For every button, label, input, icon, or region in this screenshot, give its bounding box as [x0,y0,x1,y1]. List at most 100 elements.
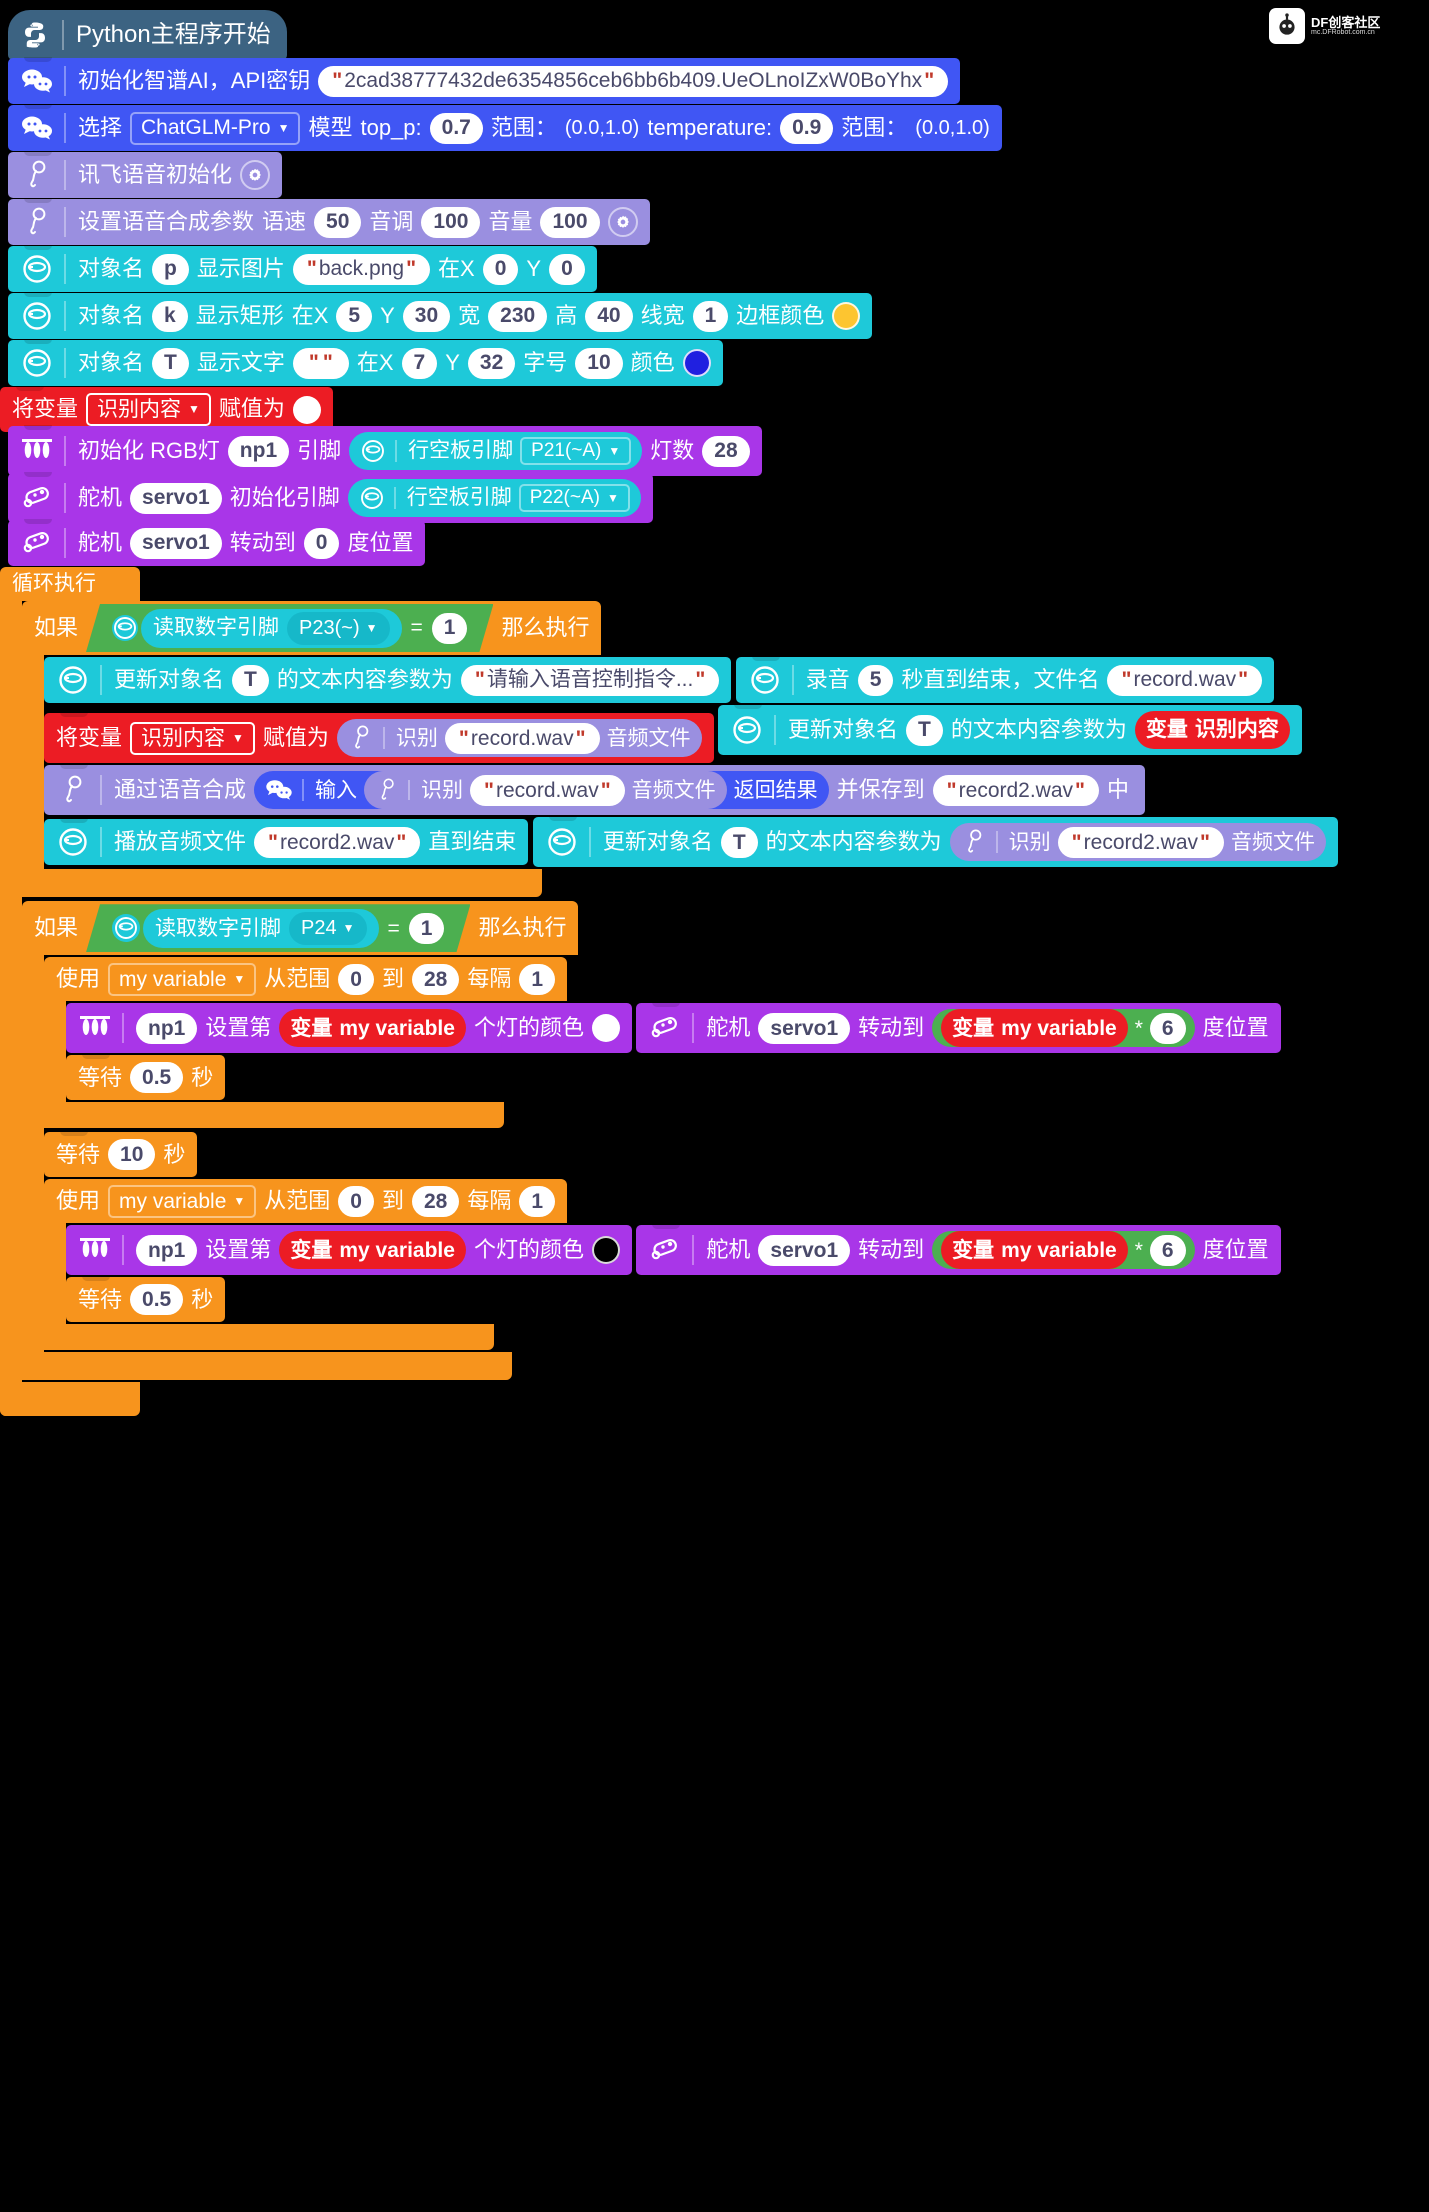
loop-var-dropdown[interactable]: my variable ▼ [108,1184,257,1218]
wait-mid-block[interactable]: 等待 10 秒 [44,1131,198,1178]
play-audio-block[interactable]: 播放音频文件 " record2.wav " 直到结束 [44,818,529,866]
from-field[interactable]: 0 [338,1185,374,1217]
multiply-operator-block[interactable]: 变量 my variable * 6 [932,1009,1195,1048]
width-field[interactable]: 230 [488,300,548,332]
volume-field[interactable]: 100 [540,206,600,238]
zhipu-init-block[interactable]: 初始化智谱AI，API密钥 " 2cad38777432de6354856ceb6… [8,57,961,104]
np-set-pixel-b-block[interactable]: np1 设置第 变量 my variable 个灯的颜色 [66,1225,632,1276]
text-color-swatch[interactable] [682,349,711,377]
forever-loop-block[interactable]: 循环执行 如果 读取数字引脚 P23(~) ▼ = 1 那么执行 更新对象名 T… [0,567,1429,1417]
y-field[interactable]: 32 [467,347,516,379]
hat-block[interactable]: Python主程序开始 [8,10,287,60]
update-text-var-block[interactable]: 更新对象名 T 的文本内容参数为 变量 识别内容 [718,704,1302,755]
border-color-swatch[interactable] [832,302,861,330]
save-file-field[interactable]: " record2.wav " [932,774,1099,806]
record-file-field[interactable]: " record.wav " [1107,664,1263,696]
variable-reporter[interactable]: 变量 my variable [279,1231,466,1270]
servo-turn-a-block[interactable]: 舵机 servo1 转动到 变量 my variable * 6 度位置 [636,1002,1281,1054]
servo-name-field[interactable]: servo1 [758,1012,851,1044]
wait-seconds-field[interactable]: 10 [108,1139,156,1171]
pin-reporter-block[interactable]: 行空板引脚 P22(~A) ▼ [347,479,641,517]
object-name-field[interactable]: T [906,714,943,746]
servo-turn-b-block[interactable]: 舵机 servo1 转动到 变量 my variable * 6 度位置 [636,1224,1281,1276]
pin-reporter-block[interactable]: 行空板引脚 P21(~A) ▼ [349,432,643,470]
temperature-field[interactable]: 0.9 [780,112,834,144]
factor-field[interactable]: 6 [1149,1234,1186,1266]
asr-reporter-block[interactable]: 识别 " record.wav " 音频文件 [336,719,702,758]
np-set-pixel-a-block[interactable]: np1 设置第 变量 my variable 个灯的颜色 [66,1003,632,1054]
multiply-operator-block[interactable]: 变量 my variable * 6 [932,1231,1195,1270]
step-field[interactable]: 1 [519,963,556,995]
rgb-name-field[interactable]: np1 [227,435,290,467]
read-pin-dropdown[interactable]: P23(~) ▼ [287,612,389,645]
record-audio-block[interactable]: 录音 5 秒直到结束，文件名 " record.wav " [735,656,1275,703]
asr-file-field[interactable]: " record.wav " [470,774,625,806]
asr-reporter-block[interactable]: 识别 " record.wav " 音频文件 [364,771,727,810]
height-field[interactable]: 40 [585,300,633,332]
compare-value-field[interactable]: 1 [409,913,445,944]
variable-reporter[interactable]: 变量 my variable [941,1231,1128,1270]
loop-var-dropdown[interactable]: my variable ▼ [108,962,257,996]
rgb-init-block[interactable]: 初始化 RGB灯 np1 引脚 行空板引脚 P21(~A) ▼ 灯数 28 [8,425,762,476]
object-name-field[interactable]: T [152,347,189,379]
servo-init-block[interactable]: 舵机 servo1 初始化引脚 行空板引脚 P22(~A) ▼ [8,472,653,523]
show-text-block[interactable]: 对象名 T 显示文字 " " 在X 7 Y 32 字号 10 颜色 [8,339,723,386]
led-color-swatch[interactable] [591,1014,620,1043]
set-var-asr-block[interactable]: 将变量 识别内容 ▼ 赋值为 识别 " record.wav " 音频文件 [44,712,714,764]
rate-field[interactable]: 50 [314,206,362,238]
gear-icon[interactable] [607,207,638,237]
to-field[interactable]: 28 [412,963,460,995]
if-block-1[interactable]: 如果 读取数字引脚 P23(~) ▼ = 1 那么执行 更新对象名 T 的文本内… [22,601,1429,898]
variable-reporter[interactable]: 变量 识别内容 [1134,711,1290,749]
asr-reporter-block[interactable]: 识别 " record2.wav " 音频文件 [949,823,1326,862]
wait-seconds-field[interactable]: 0.5 [130,1062,184,1094]
wait-a-block[interactable]: 等待 0.5 秒 [66,1054,226,1101]
wait-seconds-field[interactable]: 0.5 [130,1284,184,1316]
show-rect-block[interactable]: 对象名 k 显示矩形 在X 5 Y 30 宽 230 高 40 线宽 1 边框颜… [8,292,873,339]
condition-hexagon[interactable]: 读取数字引脚 P24 ▼ = 1 [86,904,470,952]
servo-name-field[interactable]: servo1 [758,1234,851,1266]
read-pin-dropdown[interactable]: P24 ▼ [289,912,366,945]
asr-file-field[interactable]: " record2.wav " [1057,826,1224,858]
x-field[interactable]: 5 [336,300,373,332]
asr-file-field[interactable]: " record.wav " [444,722,600,754]
gear-icon[interactable] [240,160,271,190]
update-text-rec2-block[interactable]: 更新对象名 T 的文本内容参数为 识别 " record2.wav " 音频文件 [532,816,1338,868]
tts-params-block[interactable]: 设置语音合成参数 语速 50 音调 100 音量 100 [8,198,650,245]
variable-reporter[interactable]: 变量 my variable [279,1009,466,1048]
y-field[interactable]: 30 [402,300,451,332]
object-name-field[interactable]: k [152,300,188,332]
api-key-field[interactable]: " 2cad38777432de6354856ceb6bb6b409.UeOLno… [318,65,949,97]
fontsize-field[interactable]: 10 [575,347,623,379]
step-field[interactable]: 1 [519,1185,556,1217]
rgb-name-field[interactable]: np1 [136,1012,198,1044]
empty-value-slot[interactable] [292,395,321,424]
blockly-workspace[interactable]: DF创客社区 mc.DFRobot.com.cn Python主程序开始 初始化… [0,0,1429,2212]
for-loop-a[interactable]: 使用 my variable ▼ 从范围 0 到 28 每隔 1 np1 设置第… [44,957,1429,1129]
top-p-field[interactable]: 0.7 [429,112,483,144]
to-field[interactable]: 28 [412,1185,460,1217]
rgb-name-field[interactable]: np1 [136,1234,198,1266]
y-field[interactable]: 0 [549,253,585,285]
pitch-field[interactable]: 100 [421,206,481,238]
led-color-swatch[interactable] [591,1236,620,1265]
linewidth-field[interactable]: 1 [692,300,729,332]
update-text-prompt-block[interactable]: 更新对象名 T 的文本内容参数为 " 请输入语音控制指令... " [44,657,732,703]
read-pin-reporter[interactable] [112,609,138,647]
variable-dropdown[interactable]: 识别内容 ▼ [130,721,255,755]
variable-reporter[interactable]: 变量 my variable [941,1009,1128,1048]
chatglm-select-block[interactable]: 选择 ChatGLM-Pro ▼ 模型 top_p: 0.7 范围： (0.0,1… [8,104,1002,151]
object-name-field[interactable]: T [232,664,269,696]
tts-chain-block[interactable]: 通过语音合成 输入 识别 " record.wav " 音频文件 返回结果 并保… [44,764,1146,816]
play-file-field[interactable]: " record2.wav " [254,826,421,858]
if-block-2[interactable]: 如果 读取数字引脚 P24 ▼ = 1 那么执行 使用 my variable … [22,901,1429,1381]
led-count-field[interactable]: 28 [702,435,750,467]
xunfei-init-block[interactable]: 讯飞语音初始化 [8,151,283,198]
ai-input-reporter[interactable]: 输入 识别 " record.wav " 音频文件 返回结果 [254,771,829,810]
compare-value-field[interactable]: 1 [432,613,468,644]
x-field[interactable]: 7 [401,347,438,379]
prompt-text-field[interactable]: " 请输入语音控制指令... " [460,664,720,696]
object-name-field[interactable]: T [720,826,758,858]
object-name-field[interactable]: p [152,253,189,285]
wait-b-block[interactable]: 等待 0.5 秒 [66,1276,226,1323]
